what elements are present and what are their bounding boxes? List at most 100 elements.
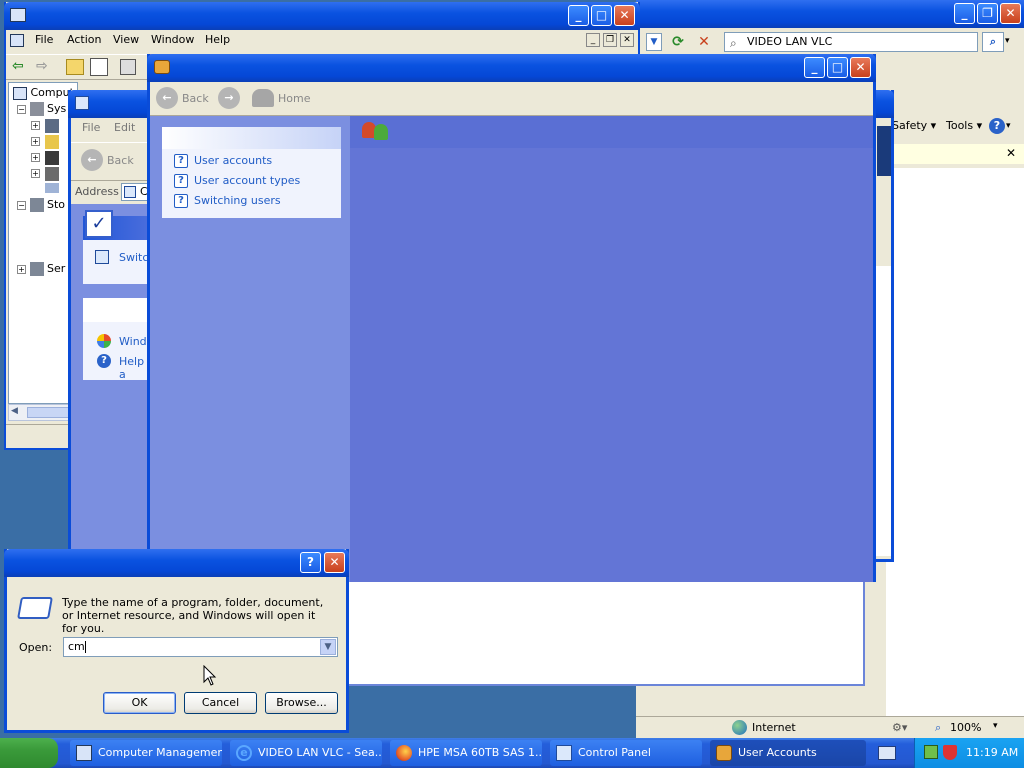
cm-menu-view[interactable]: View: [106, 30, 146, 50]
zoom-icon[interactable]: ⌕: [935, 721, 941, 735]
zoom-dropdown-icon[interactable]: ▾: [993, 721, 998, 731]
performance-icon: [45, 167, 59, 181]
cm-close-button[interactable]: ✕: [614, 5, 635, 26]
cm-menubar: File Action View Window Help _ ❐ ✕: [6, 30, 638, 52]
cp-menu-edit[interactable]: Edit: [107, 118, 142, 138]
ie-safety-menu[interactable]: Safety ▾: [892, 116, 936, 136]
ua-link-switching-users[interactable]: ? Switching users: [174, 194, 281, 208]
network-icon[interactable]: [924, 745, 938, 759]
taskbar-item-firefox[interactable]: HPE MSA 60TB SAS 1...: [390, 740, 542, 766]
expand-icon[interactable]: +: [17, 265, 26, 274]
cm-minimize-button[interactable]: _: [568, 5, 589, 26]
run-description: Type the name of a program, folder, docu…: [62, 596, 324, 635]
home-icon[interactable]: [252, 89, 274, 107]
expand-icon[interactable]: +: [31, 153, 40, 162]
up-folder-icon[interactable]: [66, 59, 84, 75]
language-bar-icon[interactable]: [878, 746, 896, 760]
expand-icon[interactable]: +: [31, 169, 40, 178]
chevron-down-icon[interactable]: ▼: [320, 639, 336, 655]
cp-right-edge: [877, 126, 891, 176]
ie-infobar-close-icon[interactable]: ✕: [1006, 146, 1016, 160]
globe-icon: [732, 720, 747, 735]
users-icon: [45, 151, 59, 165]
run-ok-button[interactable]: OK: [103, 692, 176, 714]
taskbar-item-computer-management[interactable]: Computer Management: [70, 740, 222, 766]
ie-zoom-level[interactable]: 100%: [950, 721, 981, 734]
help-dropdown-icon[interactable]: ▾: [1006, 116, 1011, 136]
security-shield-icon[interactable]: [943, 745, 957, 760]
cm-menu-action[interactable]: Action: [60, 30, 108, 50]
forward-arrow-icon[interactable]: ⇨: [36, 58, 48, 74]
ua-learn-about-panel: ? User accounts ? User account types ? Swit…: [162, 127, 341, 218]
taskbar-item-ie[interactable]: e VIDEO LAN VLC - Sea...: [230, 740, 382, 766]
ua-link-user-accounts[interactable]: ? User accounts: [174, 154, 272, 168]
run-cancel-button[interactable]: Cancel: [184, 692, 257, 714]
expand-icon[interactable]: +: [31, 137, 40, 146]
forward-arrow-icon[interactable]: →: [218, 87, 240, 109]
ua-back-label[interactable]: Back: [182, 92, 209, 105]
ie-search-button[interactable]: ⌕: [982, 32, 1004, 52]
ua-link-account-types[interactable]: ? User account types: [174, 174, 300, 188]
cp-back-label[interactable]: Back: [107, 154, 134, 167]
ie-restore-button[interactable]: ❐: [977, 3, 998, 24]
taskbar-item-control-panel[interactable]: Control Panel: [550, 740, 702, 766]
run-open-input[interactable]: cm ▼: [63, 637, 338, 657]
protected-mode-icon[interactable]: ⚙▾: [892, 721, 907, 734]
services-icon: [29, 262, 44, 276]
cm-menu-file[interactable]: File: [28, 30, 60, 50]
computer-icon: [13, 86, 27, 100]
mdi-restore-icon[interactable]: ❐: [603, 33, 617, 47]
cp-menu-file[interactable]: File: [75, 118, 107, 138]
run-browse-button[interactable]: Browse...: [265, 692, 338, 714]
ie-close-button[interactable]: ✕: [1000, 3, 1021, 24]
tree-node-storage[interactable]: − Sto: [17, 197, 65, 213]
cp-address-bar: Address C: [71, 180, 151, 202]
taskbar-clock[interactable]: 11:19 AM: [966, 746, 1018, 759]
user-accounts-icon: [154, 60, 170, 74]
back-arrow-icon[interactable]: ←: [156, 87, 178, 109]
ie-page-area: [886, 168, 1024, 716]
windows-logo-icon: [97, 334, 111, 348]
back-arrow-icon[interactable]: ⇦: [12, 58, 24, 74]
taskbar-item-user-accounts[interactable]: User Accounts: [710, 740, 866, 766]
collapse-icon[interactable]: −: [17, 105, 26, 114]
mdi-close-icon[interactable]: ✕: [620, 33, 634, 47]
collapse-icon[interactable]: −: [17, 201, 26, 210]
properties-icon[interactable]: [120, 59, 136, 75]
ie-dropdown-icon[interactable]: ▼: [646, 33, 662, 51]
ie-search-input[interactable]: ⌕ VIDEO LAN VLC: [724, 32, 978, 52]
mouse-cursor-icon: [203, 665, 217, 686]
expand-icon[interactable]: +: [31, 121, 40, 130]
show-hide-tree-icon[interactable]: [90, 58, 108, 76]
storage-icon: [29, 198, 44, 212]
tree-node-services[interactable]: + Ser: [17, 261, 65, 277]
ie-search-options-icon[interactable]: ▾: [1005, 36, 1010, 46]
checklist-icon: ✓: [85, 210, 113, 238]
ie-stop-icon[interactable]: ✕: [694, 33, 714, 51]
cp-address-label: Address: [75, 185, 119, 198]
start-button[interactable]: [0, 738, 58, 768]
ie-minimize-button[interactable]: _: [954, 3, 975, 24]
ie-refresh-icon[interactable]: ⟳: [668, 33, 688, 51]
switch-user-icon: [95, 250, 109, 264]
mdi-minimize-icon[interactable]: _: [586, 33, 600, 47]
run-help-button[interactable]: ?: [300, 552, 321, 573]
cm-maximize-button[interactable]: □: [591, 5, 612, 26]
tree-node-system-tools[interactable]: − Sys: [17, 101, 66, 117]
device-manager-icon: [45, 183, 59, 193]
back-arrow-icon[interactable]: ←: [81, 149, 103, 171]
control-panel-icon: [75, 96, 89, 110]
run-close-button[interactable]: ✕: [324, 552, 345, 573]
ua-close-button[interactable]: ✕: [850, 57, 871, 78]
scroll-left-icon[interactable]: ◀: [11, 406, 18, 416]
ie-tools-menu[interactable]: Tools ▾: [946, 116, 982, 136]
tree-child-icons: + + + +: [31, 119, 71, 193]
cm-menu-help[interactable]: Help: [198, 30, 237, 50]
ua-maximize-button[interactable]: □: [827, 57, 848, 78]
ua-minimize-button[interactable]: _: [804, 57, 825, 78]
ua-home-label[interactable]: Home: [278, 92, 310, 105]
cm-menu-window[interactable]: Window: [144, 30, 201, 50]
ua-header-band: [350, 116, 873, 148]
help-icon[interactable]: ?: [989, 118, 1005, 134]
tree-node-computer[interactable]: Comput: [13, 85, 74, 101]
